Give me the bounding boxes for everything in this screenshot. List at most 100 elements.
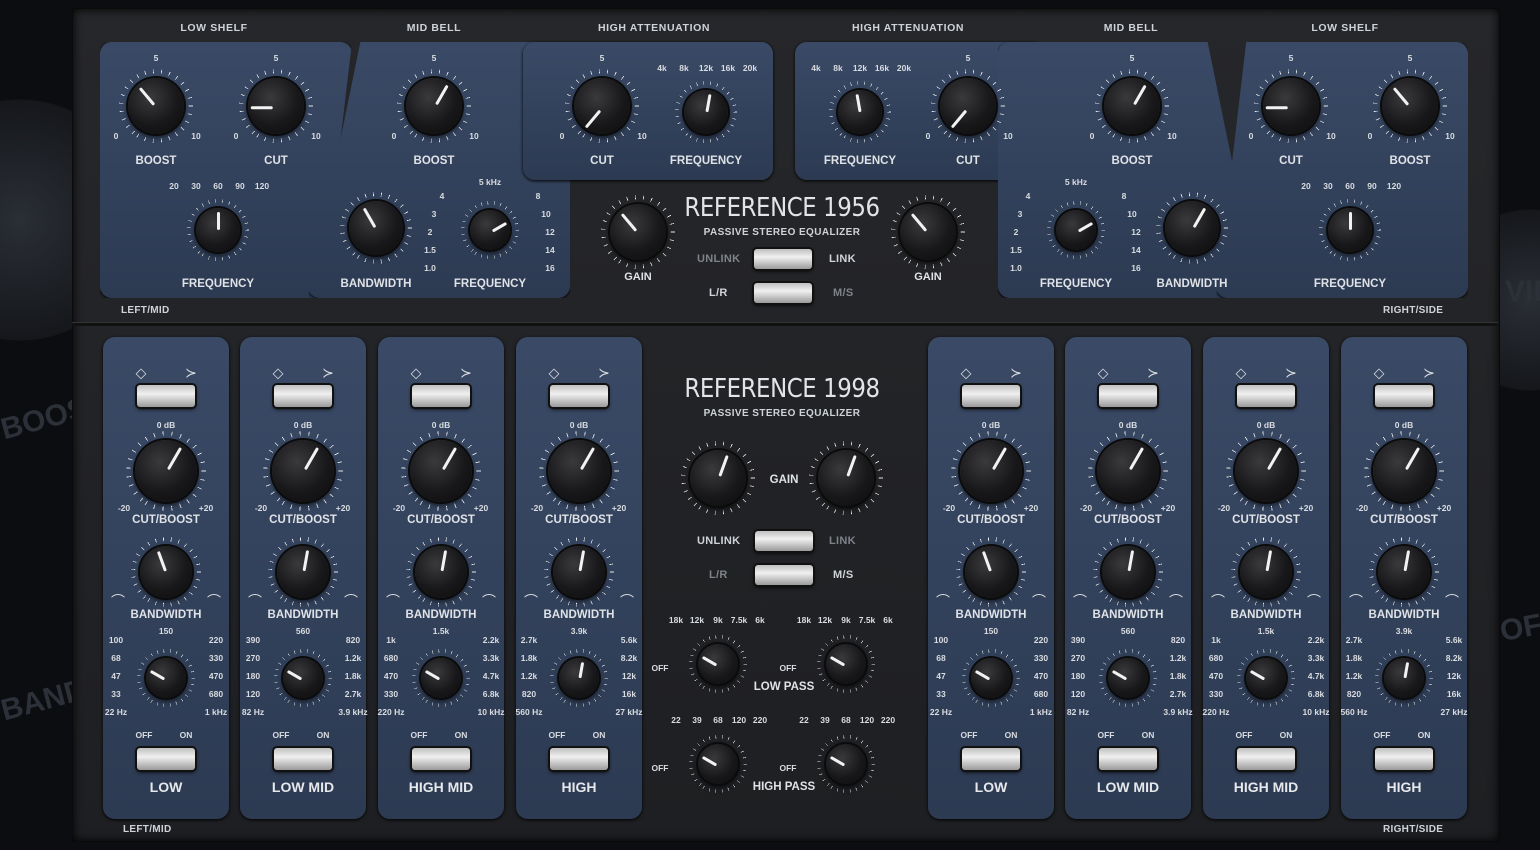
peak-shape-icon[interactable]: ◇ bbox=[1374, 365, 1385, 382]
bandwidth-knob[interactable] bbox=[1378, 546, 1430, 598]
link-toggle[interactable] bbox=[754, 249, 812, 269]
right-mid-freq-knob[interactable] bbox=[1056, 210, 1096, 250]
unlink-label: UNLINK bbox=[697, 253, 741, 265]
shape-toggle[interactable] bbox=[137, 385, 195, 407]
left-low-cut-knob[interactable] bbox=[248, 78, 304, 134]
cut-boost-knob[interactable] bbox=[1097, 440, 1159, 502]
cut-boost-knob[interactable] bbox=[548, 440, 610, 502]
cut-boost-knob[interactable] bbox=[1235, 440, 1297, 502]
lr-ms-toggle-1998[interactable] bbox=[755, 565, 813, 585]
band-on-toggle[interactable] bbox=[1375, 748, 1433, 770]
bandwidth-knob[interactable] bbox=[965, 546, 1017, 598]
peak-shape-icon[interactable]: ◇ bbox=[1098, 365, 1109, 382]
left-mid-bandwidth-knob[interactable] bbox=[349, 201, 403, 255]
bandwidth-knob[interactable] bbox=[277, 546, 329, 598]
band-on-toggle[interactable] bbox=[1237, 748, 1295, 770]
shape-toggle[interactable] bbox=[550, 385, 608, 407]
left-highpass-knob[interactable] bbox=[698, 744, 738, 784]
band-freq-knob[interactable] bbox=[1246, 658, 1286, 698]
link-toggle-1998[interactable] bbox=[755, 531, 813, 551]
band-freq-knob[interactable] bbox=[1384, 658, 1424, 698]
cut-boost-knob[interactable] bbox=[272, 440, 334, 502]
band-on-toggle[interactable] bbox=[274, 748, 332, 770]
peak-shape-icon[interactable]: ◇ bbox=[1236, 365, 1247, 382]
shelf-shape-icon[interactable]: ≻ bbox=[460, 365, 472, 382]
band-freq-right: 4.7k bbox=[482, 671, 500, 681]
band-freq-knob[interactable] bbox=[971, 658, 1011, 698]
peak-shape-icon[interactable]: ◇ bbox=[961, 365, 972, 382]
band-on-toggle[interactable] bbox=[137, 748, 195, 770]
bandwidth-knob[interactable] bbox=[415, 546, 467, 598]
peak-shape-icon[interactable]: ◇ bbox=[411, 365, 422, 382]
peak-shape-icon[interactable]: ◇ bbox=[136, 365, 147, 382]
cut-boost-knob[interactable] bbox=[135, 440, 197, 502]
shape-toggle[interactable] bbox=[1375, 385, 1433, 407]
shape-toggle[interactable] bbox=[962, 385, 1020, 407]
peak-shape-icon[interactable]: ◇ bbox=[549, 365, 560, 382]
shelf-shape-icon[interactable]: ≻ bbox=[1423, 365, 1435, 382]
shelf-shape-icon[interactable]: ≻ bbox=[322, 365, 334, 382]
left-gain-knob[interactable] bbox=[610, 204, 666, 260]
cut-boost-knob[interactable] bbox=[1373, 440, 1435, 502]
left-lowpass-knob[interactable] bbox=[698, 644, 738, 684]
left-mid-freq-knob[interactable] bbox=[470, 210, 510, 250]
band-on-toggle[interactable] bbox=[550, 748, 608, 770]
band-freq-right: 10 kHz bbox=[1302, 707, 1330, 717]
right-high-freq-knob[interactable] bbox=[838, 90, 882, 134]
right-gain-knob[interactable] bbox=[900, 204, 956, 260]
band-freq-knob[interactable] bbox=[146, 658, 186, 698]
band-freq-left: 470 bbox=[383, 671, 399, 681]
band-freq-knob[interactable] bbox=[1108, 658, 1148, 698]
shelf-shape-icon[interactable]: ≻ bbox=[1010, 365, 1022, 382]
shelf-shape-icon[interactable]: ≻ bbox=[1285, 365, 1297, 382]
shelf-shape-icon[interactable]: ≻ bbox=[185, 365, 197, 382]
band-freq-knob[interactable] bbox=[283, 658, 323, 698]
bandwidth-knob[interactable] bbox=[1102, 546, 1154, 598]
shape-toggle[interactable] bbox=[1237, 385, 1295, 407]
shape-toggle[interactable] bbox=[274, 385, 332, 407]
left-highpass-knob-tick: 120 bbox=[731, 715, 747, 725]
left-mid-boost-knob[interactable] bbox=[406, 78, 462, 134]
band-name: HIGH bbox=[561, 779, 597, 795]
peak-shape-icon[interactable]: ◇ bbox=[273, 365, 284, 382]
band-on-toggle[interactable] bbox=[962, 748, 1020, 770]
bandwidth-knob[interactable] bbox=[1240, 546, 1292, 598]
band-freq-left: 47 bbox=[111, 671, 121, 681]
right-low-freq-knob[interactable] bbox=[1328, 208, 1372, 252]
lr-ms-toggle[interactable] bbox=[754, 283, 812, 303]
right-high-cut-knob[interactable] bbox=[940, 78, 996, 134]
left-mid-boost-knob-label: BOOST bbox=[413, 155, 455, 167]
right-highpass-knob[interactable] bbox=[826, 744, 866, 784]
right-low-freq-knob-tick: 20 bbox=[1301, 181, 1311, 191]
bandwidth-knob[interactable] bbox=[140, 546, 192, 598]
band-on-toggle[interactable] bbox=[1099, 748, 1157, 770]
band-freq-knob[interactable] bbox=[421, 658, 461, 698]
band-freq-knob[interactable] bbox=[559, 658, 599, 698]
shelf-shape-icon[interactable]: ≻ bbox=[1147, 365, 1159, 382]
band-on-toggle[interactable] bbox=[412, 748, 470, 770]
right-mid-boost-knob[interactable] bbox=[1104, 78, 1160, 134]
left-gain-knob-1998[interactable] bbox=[690, 450, 746, 506]
unlink-label: UNLINK bbox=[697, 535, 741, 547]
cut-boost-knob[interactable] bbox=[410, 440, 472, 502]
bandwidth-label: BANDWIDTH bbox=[405, 609, 477, 621]
left-low-freq-knob[interactable] bbox=[196, 208, 240, 252]
knob-pointer bbox=[1132, 84, 1147, 106]
shape-toggle[interactable] bbox=[1099, 385, 1157, 407]
right-gain-knob-1998[interactable] bbox=[818, 450, 874, 506]
right-lowpass-knob[interactable] bbox=[826, 644, 866, 684]
band-freq-left: 820 bbox=[521, 689, 537, 699]
plus-20-label: +20 bbox=[1436, 503, 1452, 513]
shelf-shape-icon[interactable]: ≻ bbox=[598, 365, 610, 382]
right-low-boost-knob[interactable] bbox=[1382, 78, 1438, 134]
left-high-freq-knob[interactable] bbox=[684, 90, 728, 134]
left-high-cut-knob[interactable] bbox=[574, 78, 630, 134]
band-freq-right: 330 bbox=[1033, 653, 1049, 663]
left-low-boost-knob[interactable] bbox=[128, 78, 184, 134]
scale-min: 0 bbox=[113, 131, 119, 141]
cut-boost-knob[interactable] bbox=[960, 440, 1022, 502]
shape-toggle[interactable] bbox=[412, 385, 470, 407]
right-low-cut-knob[interactable] bbox=[1263, 78, 1319, 134]
right-mid-bandwidth-knob[interactable] bbox=[1165, 201, 1219, 255]
bandwidth-knob[interactable] bbox=[553, 546, 605, 598]
